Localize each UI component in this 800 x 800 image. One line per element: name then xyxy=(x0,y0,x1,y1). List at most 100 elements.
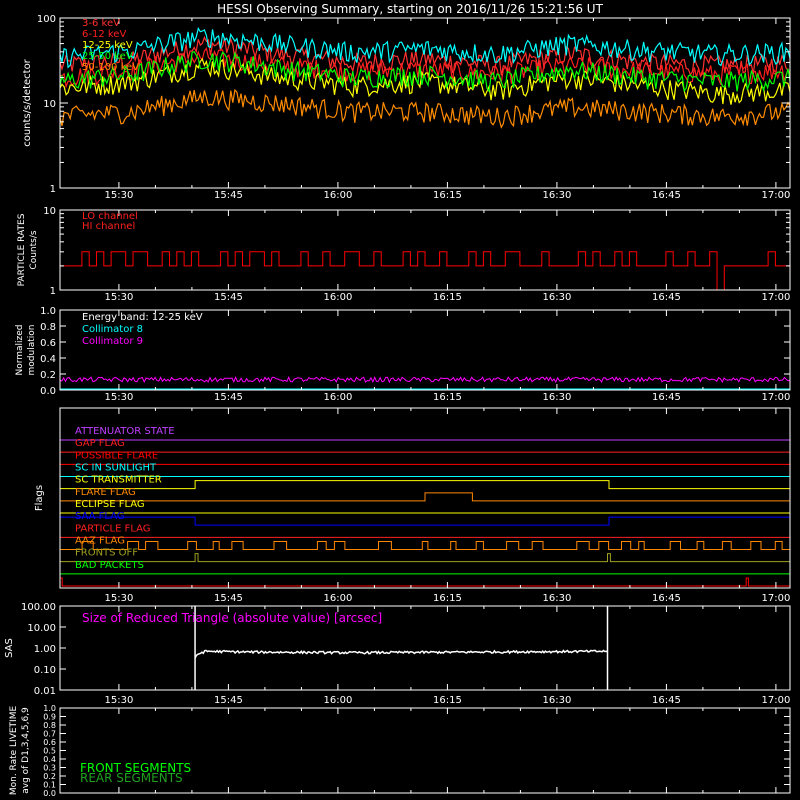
lightcurve-x-tick-label: 16:30 xyxy=(542,190,571,201)
modulation-x-tick-label: 15:45 xyxy=(214,392,243,403)
flag-trace xyxy=(59,577,790,587)
flag-label: POSSIBLE FLARE xyxy=(75,450,158,461)
sas-y-tick-label: 100.00 xyxy=(21,602,56,613)
modulation-y-tick-label: 0.6 xyxy=(40,338,56,349)
livetime-y-label: Mon. Rate LIVETIME xyxy=(9,706,19,796)
modulation-x-tick-label: 17:00 xyxy=(761,392,790,403)
particle-x-tick-label: 17:00 xyxy=(761,292,790,303)
flags-x-tick-label: 15:45 xyxy=(214,593,243,604)
lightcurve-x-tick-label: 15:45 xyxy=(214,190,243,201)
particle-x-tick-label: 16:00 xyxy=(323,292,352,303)
livetime-y-tick-label: 0.0 xyxy=(43,789,56,798)
modulation-legend-entry: Energy band: 12-25 keV xyxy=(82,312,203,323)
flag-label: ECLIPSE FLAG xyxy=(75,499,145,510)
lightcurve-y-tick-label: 10 xyxy=(43,99,56,110)
sas-x-tick-label: 16:15 xyxy=(433,695,462,706)
livetime-y-tick-label: 0.6 xyxy=(43,738,56,747)
modulation-y-tick-label: 1.0 xyxy=(40,306,56,317)
modulation-x-tick-label: 16:00 xyxy=(323,392,352,403)
particle-y-tick-label: 1 xyxy=(50,286,56,297)
lightcurve-series-4 xyxy=(59,88,791,129)
lightcurve-legend-entry: 3-6 keV xyxy=(82,18,120,29)
lightcurve-x-tick-label: 16:15 xyxy=(433,190,462,201)
modulation-x-tick-label: 16:15 xyxy=(433,392,462,403)
sas-x-tick-label: 15:30 xyxy=(104,695,133,706)
flag-trace xyxy=(60,480,790,490)
flags-y-label: Flags xyxy=(34,485,45,511)
figure-title: HESSI Observing Summary, starting on 201… xyxy=(217,2,603,16)
livetime-y-tick-label: 0.9 xyxy=(43,713,56,722)
modulation-x-tick-label: 15:30 xyxy=(104,392,133,403)
modulation-legend-entry: Collimator 9 xyxy=(82,336,143,347)
summary-plots-svg: 15:30 15:45 16:00 16:15 16:30 16:45 17:0011010… xyxy=(4,2,791,798)
sas-x-tick-label: 16:00 xyxy=(323,695,352,706)
flag-trace xyxy=(60,541,790,550)
sas-y-tick-label: 0.10 xyxy=(34,665,56,676)
lightcurve-legend-entry: 25-50 keV xyxy=(82,51,133,62)
lightcurve-legend-entry: 6-12 keV xyxy=(82,29,126,40)
sas-annotation: Size of Reduced Triangle (absolute value… xyxy=(82,611,382,625)
flags-x-tick-label: 16:15 xyxy=(433,593,462,604)
sas-x-tick-label: 16:45 xyxy=(652,695,681,706)
particle-x-tick-label: 15:30 xyxy=(104,292,133,303)
livetime-y-tick-label: 0.5 xyxy=(43,747,56,756)
particle-hi-channel-line xyxy=(60,251,790,291)
lightcurve-y-tick-label: 1 xyxy=(50,184,56,195)
modulation-y-tick-label: 0.8 xyxy=(40,322,56,333)
lightcurve-legend-entry: 50-100 keV xyxy=(82,62,139,73)
flag-label: SC TRANSMITTER xyxy=(75,475,162,486)
flag-label: PARTICLE FLAG xyxy=(75,523,151,534)
observing-summary-figure: 15:30 15:45 16:00 16:15 16:30 16:45 17:00 1 10 10… xyxy=(0,0,800,800)
particle-x-tick-label: 15:45 xyxy=(214,292,243,303)
sas-y-tick-label: 0.01 xyxy=(34,686,56,697)
particle-x-tick-label: 16:30 xyxy=(542,292,571,303)
flag-label: FRONTS OFF xyxy=(75,548,138,559)
flags-x-tick-label: 15:30 xyxy=(104,593,133,604)
modulation-x-tick-label: 16:30 xyxy=(542,392,571,403)
sas-x-tick-label: 15:45 xyxy=(214,695,243,706)
livetime-y-tick-label: 0.7 xyxy=(43,730,56,739)
particle-y-label: PARTICLE RATES xyxy=(17,213,27,286)
modulation-legend-entry: Collimator 8 xyxy=(82,324,143,335)
sas-y-label: SAS xyxy=(4,638,15,658)
sas-x-tick-label: 17:00 xyxy=(761,695,790,706)
livetime-y-tick-label: 0.2 xyxy=(43,772,56,781)
flags-x-tick-label: 16:45 xyxy=(652,593,681,604)
modulation-y-tick-label: 0.4 xyxy=(40,354,56,365)
particle-y-tick-label: 10 xyxy=(43,206,56,217)
livetime-y-label-2: avg of D1,3,4,5,6,9 xyxy=(21,707,31,794)
livetime-y-tick-label: 0.8 xyxy=(43,721,56,730)
sas-x-tick-label: 16:30 xyxy=(542,695,571,706)
livetime-legend-entry: REAR SEGMENTS xyxy=(80,771,183,785)
modulation-y-label: Normalized xyxy=(15,324,25,375)
lightcurve-legend-entry: 12-25 keV xyxy=(82,40,133,51)
particle-x-tick-label: 16:15 xyxy=(433,292,462,303)
flags-x-tick-label: 16:00 xyxy=(323,593,352,604)
modulation-y-tick-label: 0.2 xyxy=(40,370,56,381)
lightcurve-x-tick-label: 15:30 xyxy=(104,190,133,201)
livetime-y-tick-label: 0.4 xyxy=(43,755,56,764)
sas-triangle-line xyxy=(194,649,608,659)
livetime-y-tick-label: 1.0 xyxy=(43,704,56,713)
lightcurve-x-tick-label: 16:45 xyxy=(652,190,681,201)
flag-label: FLARE FLAG xyxy=(75,487,136,498)
flag-label: ATTENUATOR STATE xyxy=(75,426,175,437)
lightcurve-y-tick-label: 100 xyxy=(37,14,56,25)
livetime-y-tick-label: 0.3 xyxy=(43,764,56,773)
flag-trace xyxy=(59,516,791,526)
particle-x-tick-label: 16:45 xyxy=(652,292,681,303)
modulation-y-label-2: modulation xyxy=(27,325,37,376)
particle-legend-entry: HI channel xyxy=(82,221,135,232)
modulation-y-tick-label: 0.0 xyxy=(40,386,56,397)
flags-x-tick-label: 16:30 xyxy=(542,593,571,604)
lightcurve-series-2 xyxy=(59,57,791,105)
sas-y-tick-label: 1.00 xyxy=(34,644,56,655)
livetime-y-tick-label: 0.1 xyxy=(43,781,56,790)
flag-label: SC IN SUNLIGHT xyxy=(75,463,157,474)
lightcurve-x-tick-label: 16:00 xyxy=(323,190,352,201)
lightcurve-x-tick-label: 17:00 xyxy=(761,190,790,201)
lightcurve-y-label: counts/s/detector xyxy=(22,58,33,146)
flag-trace xyxy=(60,492,790,502)
modulation-collimator-9-line xyxy=(59,376,791,384)
flag-trace xyxy=(60,553,790,563)
